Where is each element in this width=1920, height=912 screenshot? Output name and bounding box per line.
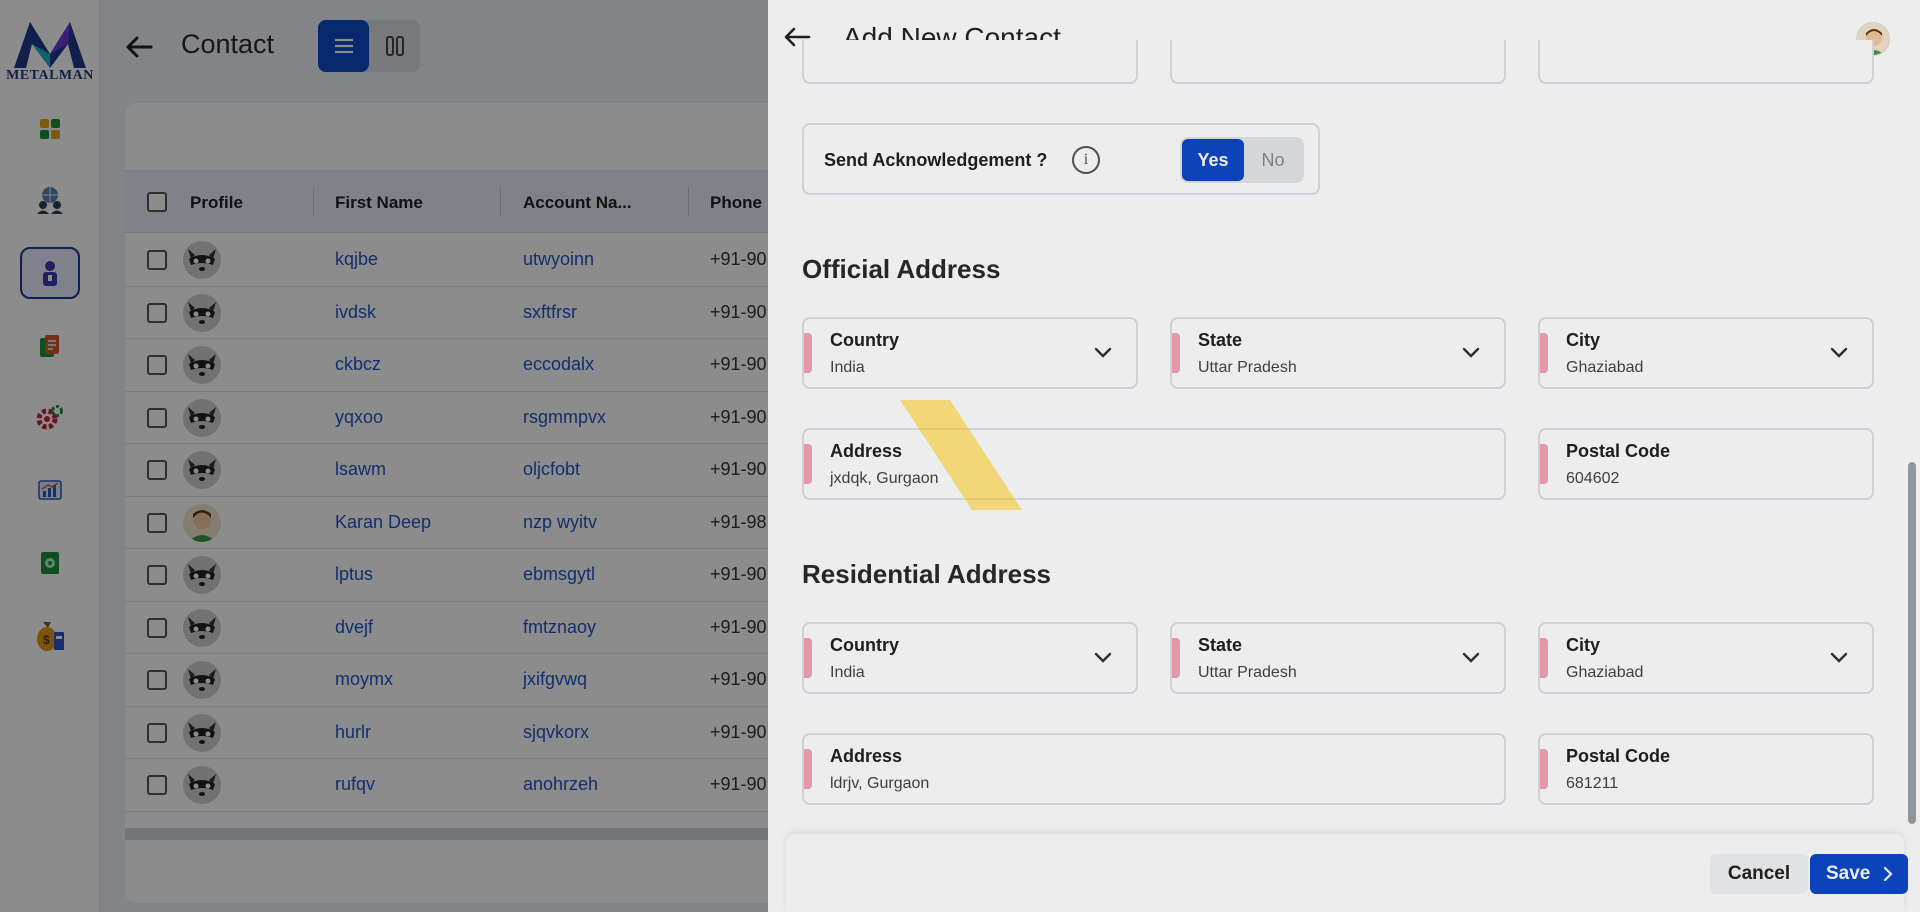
- residential-postal-code-input[interactable]: Postal Code 681211: [1538, 733, 1874, 805]
- field-value: India: [830, 664, 865, 681]
- chevron-right-icon: [1883, 866, 1893, 882]
- field-value: Ghaziabad: [1566, 359, 1644, 376]
- residential-state-select[interactable]: State Uttar Pradesh: [1170, 622, 1506, 694]
- acknowledgement-label: Send Acknowledgement ?: [824, 150, 1048, 170]
- add-contact-drawer: Add New Contact Send Acknowledgement ? i…: [768, 0, 1920, 912]
- chevron-down-icon[interactable]: [1092, 646, 1114, 668]
- field-value: 681211: [1566, 775, 1619, 792]
- info-icon[interactable]: i: [1072, 146, 1100, 174]
- required-marker: [1540, 638, 1548, 678]
- save-button[interactable]: Save: [1810, 854, 1908, 894]
- field-value: India: [830, 359, 865, 376]
- drawer-footer: Cancel Save: [786, 834, 1908, 912]
- chevron-down-icon[interactable]: [1460, 646, 1482, 668]
- acknowledgement-toggle: Yes No: [1180, 137, 1304, 183]
- field-label: Country: [830, 330, 899, 350]
- required-marker: [1172, 638, 1180, 678]
- field-value: jxdqk, Gurgaon: [830, 470, 939, 487]
- chevron-down-icon[interactable]: [1460, 341, 1482, 363]
- field-label: City: [1566, 330, 1601, 350]
- chevron-down-icon[interactable]: [1092, 341, 1114, 363]
- field-label: Address: [830, 746, 903, 766]
- required-marker: [804, 638, 812, 678]
- official-address-heading: Official Address: [802, 254, 1001, 284]
- field-value: Uttar Pradesh: [1198, 359, 1297, 376]
- form-field-partial[interactable]: [1538, 40, 1874, 84]
- required-marker: [804, 444, 812, 484]
- residential-address-heading: Residential Address: [802, 559, 1052, 589]
- field-value: Ghaziabad: [1566, 664, 1644, 681]
- chevron-down-icon[interactable]: [1828, 341, 1850, 363]
- residential-address-input[interactable]: Address ldrjv, Gurgaon: [802, 733, 1506, 805]
- field-label: Postal Code: [1566, 441, 1671, 461]
- field-label: Address: [830, 441, 903, 461]
- required-marker: [1172, 333, 1180, 373]
- required-marker: [1540, 749, 1548, 789]
- field-label: Postal Code: [1566, 746, 1671, 766]
- required-marker: [804, 749, 812, 789]
- acknowledgement-no-button[interactable]: No: [1244, 139, 1302, 181]
- field-label: State: [1198, 635, 1243, 655]
- official-city-select[interactable]: City Ghaziabad: [1538, 317, 1874, 389]
- field-label: City: [1566, 635, 1601, 655]
- modal-backdrop[interactable]: [0, 0, 768, 912]
- field-value: ldrjv, Gurgaon: [830, 775, 930, 792]
- cancel-button[interactable]: Cancel: [1710, 854, 1808, 894]
- required-marker: [1540, 333, 1548, 373]
- field-label: State: [1198, 330, 1243, 350]
- form-field-partial[interactable]: [802, 40, 1138, 84]
- chevron-down-icon[interactable]: [1828, 646, 1850, 668]
- field-value: 604602: [1566, 470, 1620, 487]
- required-marker: [804, 333, 812, 373]
- official-state-select[interactable]: State Uttar Pradesh: [1170, 317, 1506, 389]
- official-postal-code-input[interactable]: Postal Code 604602: [1538, 428, 1874, 500]
- required-marker: [1540, 444, 1548, 484]
- official-address-input[interactable]: Address jxdqk, Gurgaon: [802, 428, 1506, 500]
- residential-city-select[interactable]: City Ghaziabad: [1538, 622, 1874, 694]
- vertical-scrollbar[interactable]: [1908, 462, 1916, 824]
- save-button-label: Save: [1826, 863, 1871, 884]
- field-value: Uttar Pradesh: [1198, 664, 1297, 681]
- form-field-partial[interactable]: [1170, 40, 1506, 84]
- residential-country-select[interactable]: Country India: [802, 622, 1138, 694]
- field-label: Country: [830, 635, 899, 655]
- acknowledgement-yes-button[interactable]: Yes: [1182, 139, 1244, 181]
- official-country-select[interactable]: Country India: [802, 317, 1138, 389]
- acknowledgement-setting: Send Acknowledgement ? i Yes No: [802, 123, 1320, 195]
